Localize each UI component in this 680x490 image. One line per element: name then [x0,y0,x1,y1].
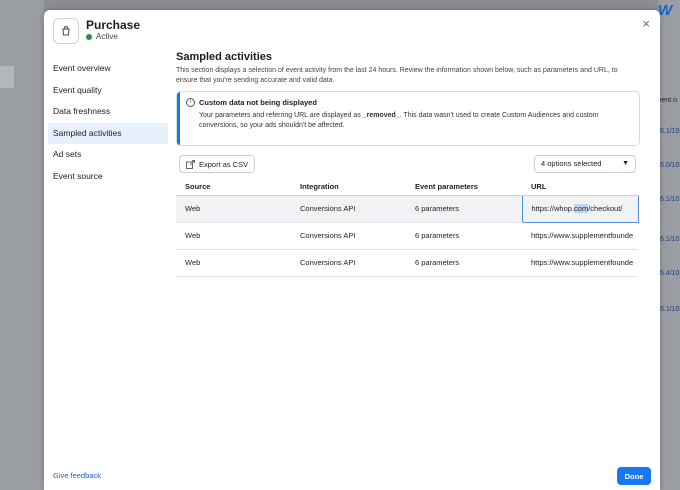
notice-title: Custom data not being displayed [199,98,317,107]
background-app-right: W vent n 6.1/10 6.0/10 6.1/10 6.1/10 6.4… [658,0,680,490]
close-icon[interactable]: × [642,16,650,31]
background-value: 6.1/10 [660,306,680,313]
export-csv-button[interactable]: Export as CSV [179,155,256,173]
url-part: https://whop. [531,204,575,213]
columns-select[interactable]: 4 options selected ▼ [534,155,636,173]
nav-item-event-quality[interactable]: Event quality [48,80,168,102]
notice-code: _removed_ [362,112,400,119]
columns-select-value: 4 options selected [541,159,602,168]
background-value: 6.1/10 [660,128,680,135]
column-header-integration: Integration [291,179,406,196]
event-status: Active [86,32,118,41]
modal-sidebar-nav: Event overview Event quality Data freshn… [48,58,168,187]
nav-item-sampled-activities[interactable]: Sampled activities [48,122,168,144]
cell-url[interactable]: https://whop.com/checkout/ [521,194,639,223]
cell-integration: Conversions API [291,222,406,250]
info-icon: i [186,98,195,107]
background-value: 6.1/10 [660,196,680,203]
url-part: /checkout/ [588,204,623,213]
status-label: Active [96,32,118,41]
status-dot [86,33,92,40]
background-value: 6.4/10 [660,270,680,277]
url-selected-text: com [574,204,589,213]
table-row[interactable]: Web Conversions API 6 parameters https:/… [176,194,639,223]
nav-item-data-freshness[interactable]: Data freshness [48,101,168,123]
cell-integration: Conversions API [291,195,406,223]
nav-item-event-overview[interactable]: Event overview [48,58,168,80]
cell-source: Web [176,249,291,277]
nav-item-ad-sets[interactable]: Ad sets [48,144,168,166]
cell-event-parameters[interactable]: 6 parameters [406,222,522,250]
export-csv-label: Export as CSV [199,159,249,169]
event-details-modal: × Purchase Active Event overview Event q… [44,10,660,490]
column-header-source: Source [176,179,291,196]
column-header-event-parameters: Event parameters [406,179,522,196]
cell-event-parameters[interactable]: 6 parameters [406,249,522,277]
shopping-bag-icon [53,18,79,44]
cell-url[interactable]: https://www.supplementfounde [522,249,638,277]
column-header-url: URL [522,179,638,196]
done-button[interactable]: Done [617,467,651,485]
custom-data-notice: i Custom data not being displayed Your p… [176,91,640,146]
notice-accent-bar [177,92,180,145]
cell-source: Web [176,195,291,223]
background-value: 6.1/10 [660,236,680,243]
nav-item-event-source[interactable]: Event source [48,166,168,188]
background-event-label: vent n [658,97,678,104]
chevron-down-icon: ▼ [622,160,629,167]
export-icon [186,159,195,169]
table-toolbar: Export as CSV 4 options selected ▼ [176,155,640,173]
cell-source: Web [176,222,291,250]
background-app-left [0,0,44,490]
table-header-row: Source Integration Event parameters URL [176,179,638,196]
notice-text-before: Your parameters and referring URL are di… [199,112,363,119]
cell-url[interactable]: https://www.supplementfounde [522,222,638,250]
cell-integration: Conversions API [291,249,406,277]
event-title: Purchase [86,18,141,32]
background-value: 6.0/10 [660,162,680,169]
background-brand-letter: W [658,2,673,19]
shopping-bag-icon-graphic [62,26,70,36]
section-description: This section displays a selection of eve… [176,67,618,84]
background-selected-item [0,66,14,88]
sampled-activities-table: Source Integration Event parameters URL … [176,179,639,277]
notice-text: Your parameters and referring URL are di… [199,111,629,130]
give-feedback-link[interactable]: Give feedback [53,471,101,480]
table-row[interactable]: Web Conversions API 6 parameters https:/… [176,249,638,277]
table-row[interactable]: Web Conversions API 6 parameters https:/… [176,222,638,250]
main-content: Sampled activities This section displays… [176,51,640,277]
section-title: Sampled activities [176,51,272,63]
cell-event-parameters[interactable]: 6 parameters [406,195,522,223]
